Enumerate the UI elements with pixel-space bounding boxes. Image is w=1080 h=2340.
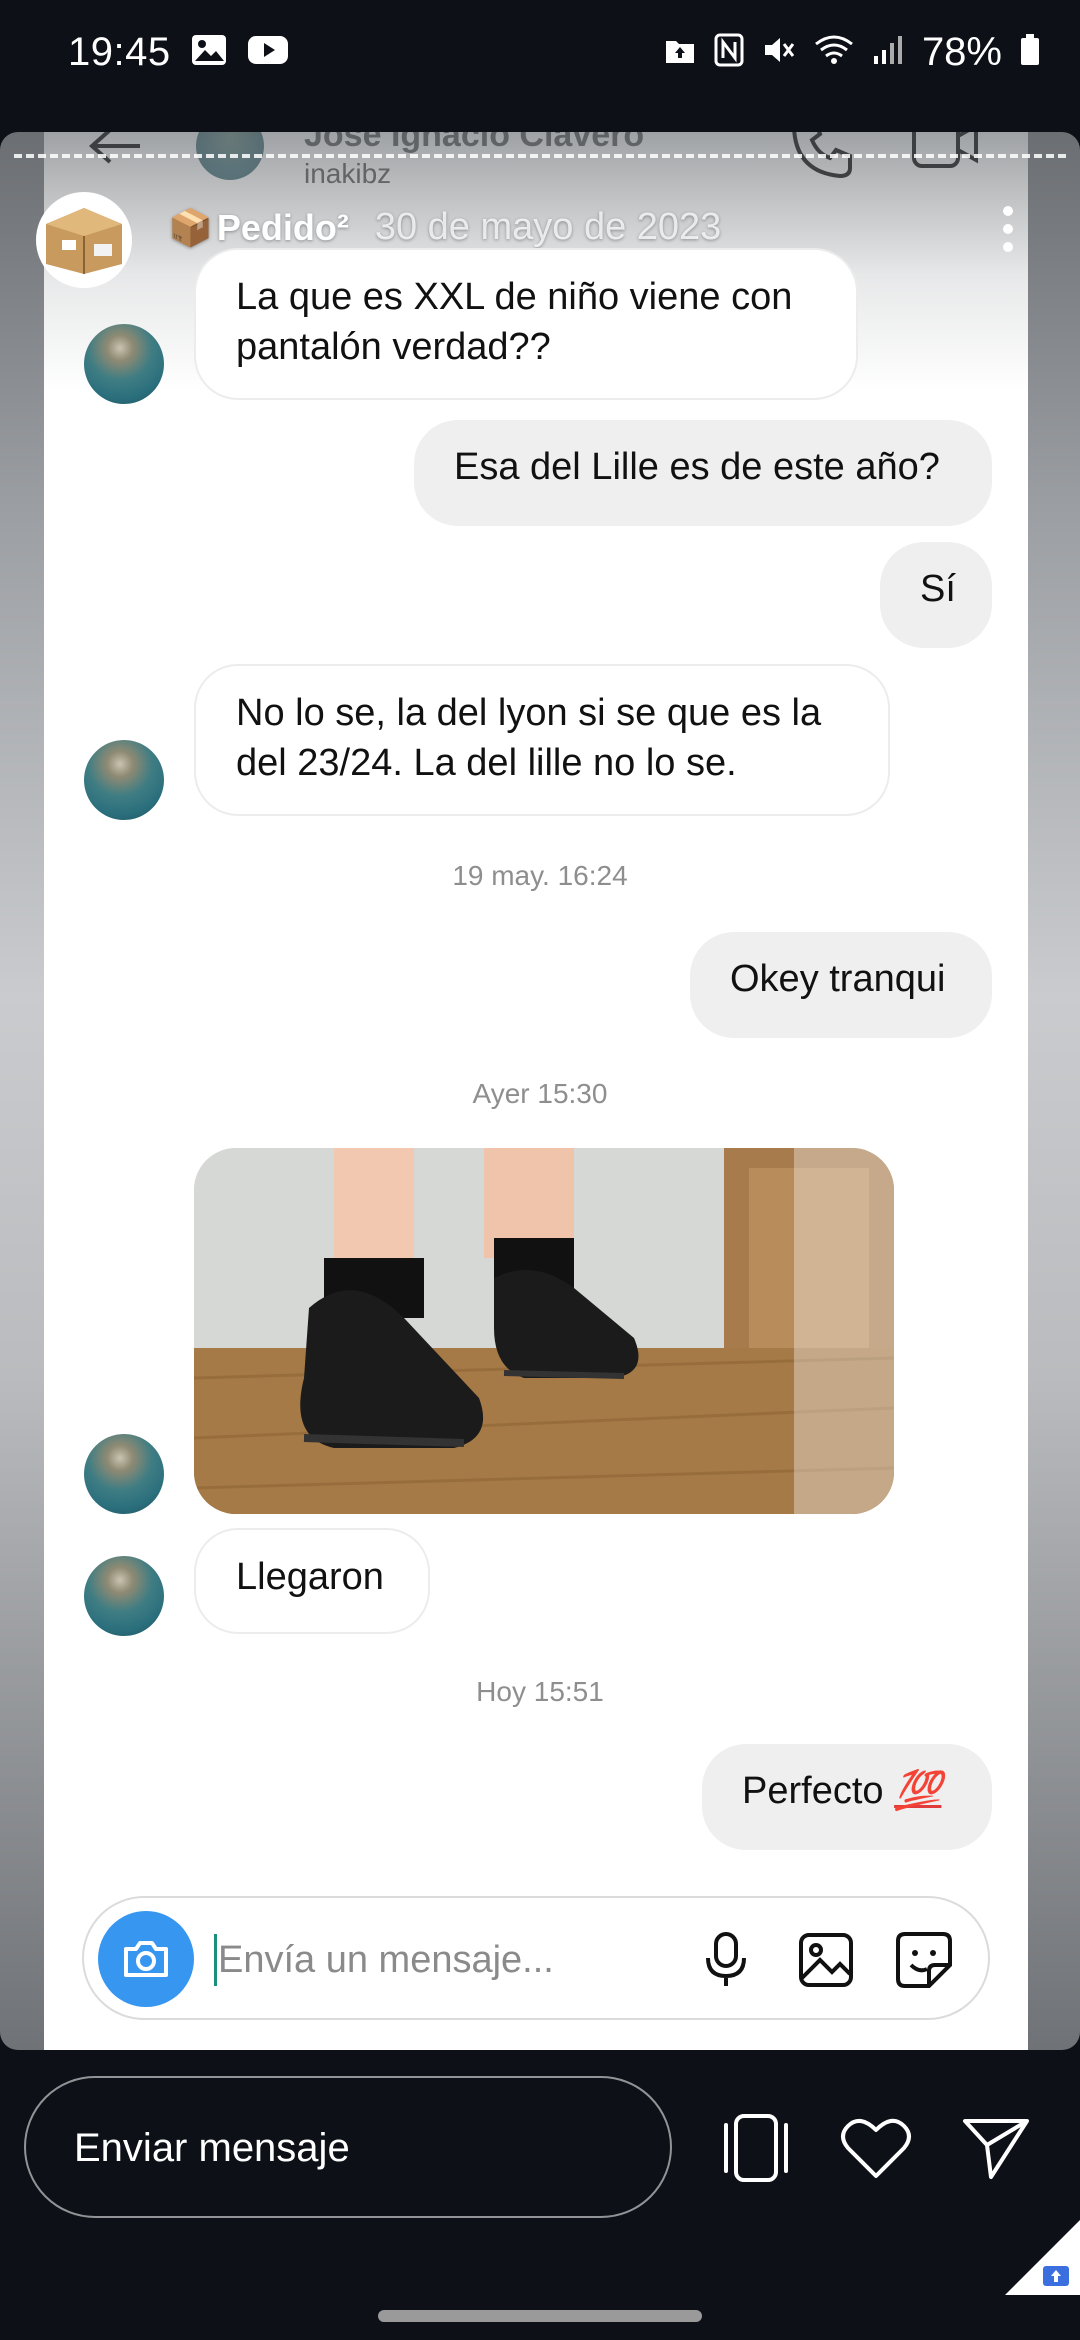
chat-contact-username: inakibz [304,158,392,189]
nfc-icon [714,33,744,72]
message-bubble-outgoing[interactable]: Okey tranqui [690,932,992,1038]
message-avatar [84,324,164,404]
message-bubble-outgoing[interactable]: Perfecto 💯 [702,1744,992,1850]
text-caret [214,1934,217,1986]
camera-button[interactable] [98,1911,194,2007]
message-text: Perfecto [742,1770,884,1812]
chat-contact-name: José Ignacio Clavero [304,132,645,154]
upload-icon [664,35,696,70]
message-photo[interactable] [194,1148,894,1514]
message-bubble-outgoing[interactable]: Sí [880,542,992,648]
message-bubble-outgoing[interactable]: Esa del Lille es de este año? [414,420,992,526]
heart-icon[interactable] [836,2110,916,2186]
gallery-icon [191,34,227,71]
send-icon[interactable] [956,2110,1036,2186]
message-avatar [84,1556,164,1636]
message-timestamp: 19 may. 16:24 [452,860,628,891]
status-left: 19:45 [68,30,289,75]
gallery-icon[interactable] [794,1928,858,1992]
camera-icon [124,1941,168,1977]
message-timestamp: Hoy 15:51 [476,1676,604,1707]
story-header: 📦 Pedido² 30 de mayo de 2023 [168,206,721,249]
sticker-icon[interactable] [892,1928,956,1992]
story-avatar[interactable] [36,192,132,288]
battery-percent: 78% [921,30,1002,74]
screens-icon[interactable] [716,2110,796,2186]
message-bubble-incoming[interactable]: La que es XXL de niño viene con pantalón… [194,248,858,400]
message-avatar [84,1434,164,1514]
home-indicator[interactable] [378,2310,702,2322]
story-name: Pedido² [216,206,349,248]
status-time: 19:45 [68,30,171,74]
wifi-icon [814,34,854,71]
hundred-points-emoji: 💯 [894,1770,942,1812]
message-composer [82,1896,990,2020]
story-emoji: 📦 [168,206,213,248]
mute-icon [762,34,796,71]
signal-icon [872,34,904,71]
story-card: José Ignacio Clavero inakibz 📦 Pedido² 3… [0,132,1080,2050]
story-progress-bar [14,154,1066,158]
microphone-icon[interactable] [694,1928,758,1992]
message-bubble-incoming[interactable]: Llegaron [194,1528,430,1634]
message-input[interactable] [218,1930,658,1990]
story-reply-placeholder: Enviar mensaje [74,2126,350,2170]
story-corner-badge [1005,2220,1080,2295]
more-vertical-icon[interactable] [996,206,1020,260]
message-bubble-incoming[interactable]: No lo se, la del lyon si se que es la de… [194,664,890,816]
status-bar: 19:45 78% [0,0,1080,105]
story-date: 30 de mayo de 2023 [374,206,722,248]
youtube-icon [247,34,289,71]
status-right: 78% [664,30,1040,75]
battery-icon [1020,34,1040,71]
message-timestamp: Ayer 15:30 [472,1078,608,1109]
story-reply-field[interactable]: Enviar mensaje [24,2076,672,2218]
story-title[interactable]: 📦 Pedido² [168,207,349,249]
box-icon [46,208,122,274]
message-avatar [84,740,164,820]
